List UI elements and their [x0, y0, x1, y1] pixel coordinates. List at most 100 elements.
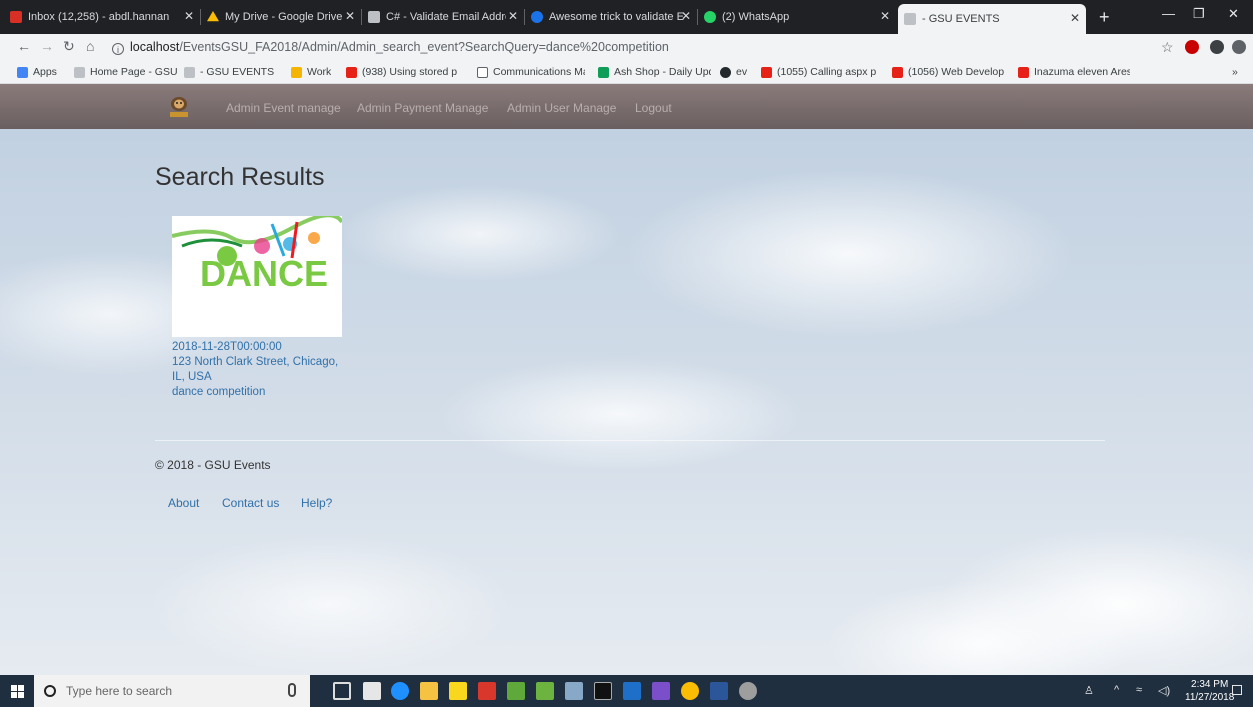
bookmark-label: (1056) Web Develop — [908, 66, 1004, 78]
footer-link-about[interactable]: About — [168, 496, 199, 510]
event-image[interactable]: DANCE — [172, 216, 342, 337]
paint-palette-icon[interactable] — [739, 682, 757, 700]
upload-icon[interactable] — [623, 682, 641, 700]
bookmark-label: Apps — [33, 66, 57, 78]
footer-link-contact[interactable]: Contact us — [222, 496, 279, 510]
page-icon — [368, 11, 380, 23]
windows-start-icon[interactable] — [11, 685, 24, 698]
tab-google-drive[interactable]: My Drive - Google Drive ✕ — [201, 4, 361, 30]
back-arrow-icon[interactable]: ← — [17, 38, 31, 54]
taskbar-clock[interactable]: 2:34 PM 11/27/2018 — [1185, 678, 1234, 704]
page-icon — [184, 66, 195, 78]
tab-title: My Drive - Google Drive — [225, 11, 343, 23]
taskbar-search-box[interactable]: Type here to search — [34, 675, 310, 707]
chevron-up-icon[interactable]: ^ — [1114, 684, 1119, 696]
restore-button[interactable]: ❐ — [1193, 6, 1205, 22]
tab-close-icon[interactable]: ✕ — [880, 9, 890, 23]
bookmark-label: Inazuma eleven Ares — [1034, 66, 1130, 78]
info-icon[interactable]: i — [112, 43, 124, 55]
bookmark-apps[interactable]: Apps — [17, 64, 57, 80]
page-icon — [74, 66, 85, 78]
whatsapp-icon — [704, 11, 716, 23]
bookmark-inazuma[interactable]: Inazuma eleven Ares — [1018, 64, 1130, 80]
file-explorer-icon[interactable] — [420, 682, 438, 700]
github-icon — [720, 66, 731, 78]
jaguars-logo-icon[interactable] — [168, 94, 190, 118]
nav-admin-payment-manage[interactable]: Admin Payment Manage — [357, 101, 488, 115]
command-prompt-icon[interactable] — [594, 682, 612, 700]
event-name[interactable]: dance competition — [172, 385, 265, 399]
word-icon[interactable] — [710, 682, 728, 700]
close-window-button[interactable]: ✕ — [1228, 6, 1239, 22]
tab-close-icon[interactable]: ✕ — [1070, 11, 1080, 25]
tab-awesome-trick[interactable]: Awesome trick to validate Em ✕ — [525, 4, 697, 30]
youtube-icon — [761, 66, 772, 78]
reload-icon[interactable]: ↻ — [63, 38, 75, 55]
microphone-icon[interactable] — [288, 683, 296, 697]
tab-whatsapp[interactable]: (2) WhatsApp ✕ — [698, 4, 896, 30]
sticky-notes-icon[interactable] — [449, 682, 467, 700]
bookmark-ash-shop[interactable]: Ash Shop - Daily Upd — [598, 64, 711, 80]
nav-admin-event-manage[interactable]: Admin Event manage — [226, 101, 341, 115]
people-icon[interactable]: ♙ — [1084, 684, 1094, 697]
tab-close-icon[interactable]: ✕ — [681, 9, 691, 23]
page-icon — [904, 13, 916, 25]
tab-gsu-events[interactable]: - GSU EVENTS ✕ — [898, 4, 1086, 34]
notifications-icon[interactable] — [1232, 685, 1242, 695]
tab-close-icon[interactable]: ✕ — [508, 9, 518, 23]
nav-logout[interactable]: Logout — [635, 101, 672, 115]
adblock-icon[interactable] — [1185, 40, 1199, 54]
bookmark-youtube-1056[interactable]: (1056) Web Develop — [892, 64, 1004, 80]
event-address-line1[interactable]: 123 North Clark Street, Chicago, — [172, 355, 338, 369]
network-icon[interactable]: ≈ — [1136, 684, 1142, 696]
bookmarks-overflow-button[interactable]: » — [1232, 64, 1238, 80]
bookmark-ev[interactable]: ev — [720, 64, 747, 80]
folder-icon — [291, 66, 302, 78]
youtube-icon — [892, 66, 903, 78]
profile-icon[interactable] — [1232, 40, 1246, 54]
sheets-icon — [598, 66, 609, 78]
tab-validate-email[interactable]: C# - Validate Email Address ✕ — [362, 4, 524, 30]
page-content: Admin Event manage Admin Payment Manage … — [0, 84, 1253, 675]
notepad-plus-icon[interactable] — [507, 682, 525, 700]
browser-toolbar: ← → ↻ ⌂ i localhost/EventsGSU_FA2018/Admi… — [0, 34, 1253, 60]
snipping-tool-icon[interactable] — [565, 682, 583, 700]
chrome-icon[interactable] — [681, 682, 699, 700]
nav-admin-user-manage[interactable]: Admin User Manage — [507, 101, 616, 115]
mail-app-icon[interactable] — [363, 682, 381, 700]
edge-icon[interactable] — [391, 682, 409, 700]
minimize-button[interactable]: — — [1162, 6, 1175, 21]
windows-taskbar: Type here to search ♙ ^ ≈ ◁) 2:34 PM 11/… — [0, 675, 1253, 707]
url-path: /EventsGSU_FA2018/Admin/Admin_search_eve… — [179, 40, 669, 54]
new-tab-button[interactable]: + — [1099, 8, 1110, 26]
bookmark-gsu-events[interactable]: - GSU EVENTS — [184, 64, 274, 80]
address-bar[interactable]: i localhost/EventsGSU_FA2018/Admin/Admin_… — [112, 37, 1158, 57]
task-view-icon[interactable] — [333, 682, 351, 700]
event-date[interactable]: 2018-11-28T00:00:00 — [172, 340, 282, 354]
bookmark-youtube-938[interactable]: (938) Using stored p — [346, 64, 463, 80]
tab-close-icon[interactable]: ✕ — [184, 9, 194, 23]
footer-link-help[interactable]: Help? — [301, 496, 332, 510]
tab-title: - GSU EVENTS — [922, 13, 1000, 25]
extension-icon[interactable] — [1210, 40, 1224, 54]
volume-icon[interactable]: ◁) — [1158, 684, 1170, 697]
tab-close-icon[interactable]: ✕ — [345, 9, 355, 23]
bookmark-star-icon[interactable]: ☆ — [1161, 39, 1174, 56]
browser-tab-strip: Inbox (12,258) - abdl.hannan ✕ My Drive … — [0, 0, 1253, 34]
tab-title: Inbox (12,258) - abdl.hannan — [28, 11, 170, 23]
site-navbar: Admin Event manage Admin Payment Manage … — [0, 84, 1253, 129]
paint-icon[interactable] — [536, 682, 554, 700]
bookmark-work[interactable]: Work — [291, 64, 331, 80]
bookmark-youtube-1055[interactable]: (1055) Calling aspx p — [761, 64, 879, 80]
event-address-line2[interactable]: IL, USA — [172, 370, 212, 384]
forward-arrow-icon[interactable]: → — [40, 38, 54, 54]
bookmark-home-page[interactable]: Home Page - GSU EV — [74, 64, 179, 80]
store-icon[interactable] — [478, 682, 496, 700]
footer-copyright: © 2018 - GSU Events — [155, 458, 271, 472]
youtube-icon — [346, 66, 357, 78]
tab-gmail[interactable]: Inbox (12,258) - abdl.hannan ✕ — [4, 4, 200, 30]
visual-studio-icon[interactable] — [652, 682, 670, 700]
search-placeholder: Type here to search — [66, 684, 173, 698]
bookmark-communications[interactable]: Communications Ma — [477, 64, 585, 80]
home-icon[interactable]: ⌂ — [86, 38, 94, 54]
